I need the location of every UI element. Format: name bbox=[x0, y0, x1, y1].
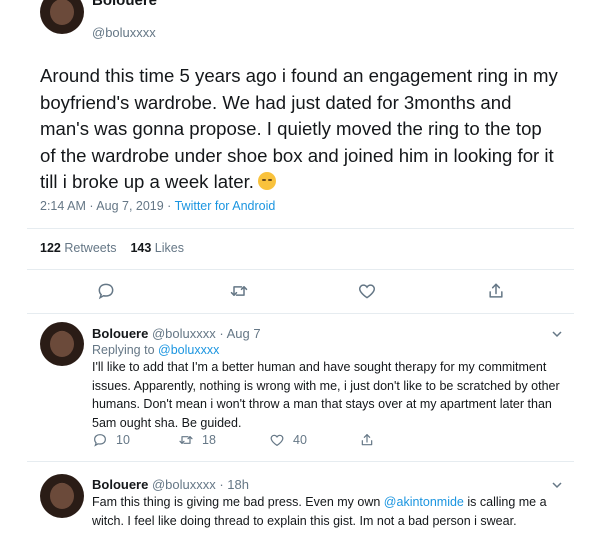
reply-author-name[interactable]: Bolouere bbox=[92, 477, 148, 492]
tweet-text-body: Around this time 5 years ago i found an … bbox=[40, 65, 558, 192]
reply-icon bbox=[94, 434, 106, 447]
divider bbox=[27, 461, 574, 462]
reply-button[interactable]: 10 bbox=[92, 432, 130, 448]
retweet-count: 18 bbox=[202, 433, 216, 447]
reply-icon[interactable] bbox=[96, 281, 116, 301]
divider bbox=[27, 269, 574, 270]
like-heart-icon[interactable] bbox=[357, 281, 377, 301]
like-heart-icon bbox=[270, 434, 284, 447]
retweet-icon[interactable] bbox=[229, 281, 249, 301]
share-button[interactable] bbox=[359, 432, 375, 448]
reply-author[interactable]: Bolouere @boluxxxx · 18h bbox=[92, 477, 249, 492]
replying-to: Replying to @boluxxxx bbox=[92, 343, 219, 357]
retweet-button[interactable]: 18 bbox=[178, 432, 216, 448]
reply-count: 10 bbox=[116, 433, 130, 447]
avatar[interactable] bbox=[40, 0, 84, 34]
tweet-source-link[interactable]: Twitter for Android bbox=[175, 199, 276, 213]
replying-prefix: Replying to bbox=[92, 343, 159, 357]
tweet-timestamp: 2:14 AM · Aug 7, 2019 · Twitter for Andr… bbox=[40, 199, 275, 213]
like-count: 40 bbox=[293, 433, 307, 447]
retweets-label[interactable]: Retweets bbox=[64, 241, 116, 255]
reply-author-name[interactable]: Bolouere bbox=[92, 326, 148, 341]
chevron-down-icon[interactable] bbox=[551, 478, 563, 490]
reply-text: Fam this thing is giving me bad press. E… bbox=[92, 493, 562, 530]
reply-text-before: Fam this thing is giving me bad press. E… bbox=[92, 495, 384, 509]
likes-label[interactable]: Likes bbox=[155, 241, 184, 255]
reply-author[interactable]: Bolouere @boluxxxx · Aug 7 bbox=[92, 326, 261, 341]
replying-mention-link[interactable]: @boluxxxx bbox=[158, 343, 219, 357]
like-button[interactable]: 40 bbox=[269, 432, 307, 448]
tweet-time[interactable]: 2:14 AM · Aug 7, 2019 · bbox=[40, 199, 175, 213]
share-icon bbox=[361, 434, 373, 446]
divider bbox=[27, 228, 574, 229]
reply-handle-date[interactable]: @boluxxxx · 18h bbox=[152, 477, 249, 492]
tweet-text: Around this time 5 years ago i found an … bbox=[40, 63, 560, 196]
likes-count[interactable]: 143 bbox=[130, 241, 151, 255]
reply-handle-date[interactable]: @boluxxxx · Aug 7 bbox=[152, 326, 261, 341]
retweets-count[interactable]: 122 bbox=[40, 241, 61, 255]
reply-avatar[interactable] bbox=[40, 322, 84, 366]
relieved-face-emoji-icon bbox=[257, 172, 276, 190]
reply-avatar[interactable] bbox=[40, 474, 84, 518]
reply-text: I'll like to add that I'm a better human… bbox=[92, 360, 560, 430]
divider bbox=[27, 313, 574, 314]
mention-link[interactable]: @akintonmide bbox=[384, 495, 464, 509]
author-name[interactable]: Bolouere bbox=[92, 0, 157, 8]
author-handle[interactable]: @boluxxxx bbox=[92, 25, 156, 40]
share-icon[interactable] bbox=[486, 281, 506, 301]
retweet-icon bbox=[179, 436, 193, 444]
tweet-stats: 122 Retweets 143 Likes bbox=[40, 241, 184, 255]
chevron-down-icon[interactable] bbox=[551, 327, 563, 339]
